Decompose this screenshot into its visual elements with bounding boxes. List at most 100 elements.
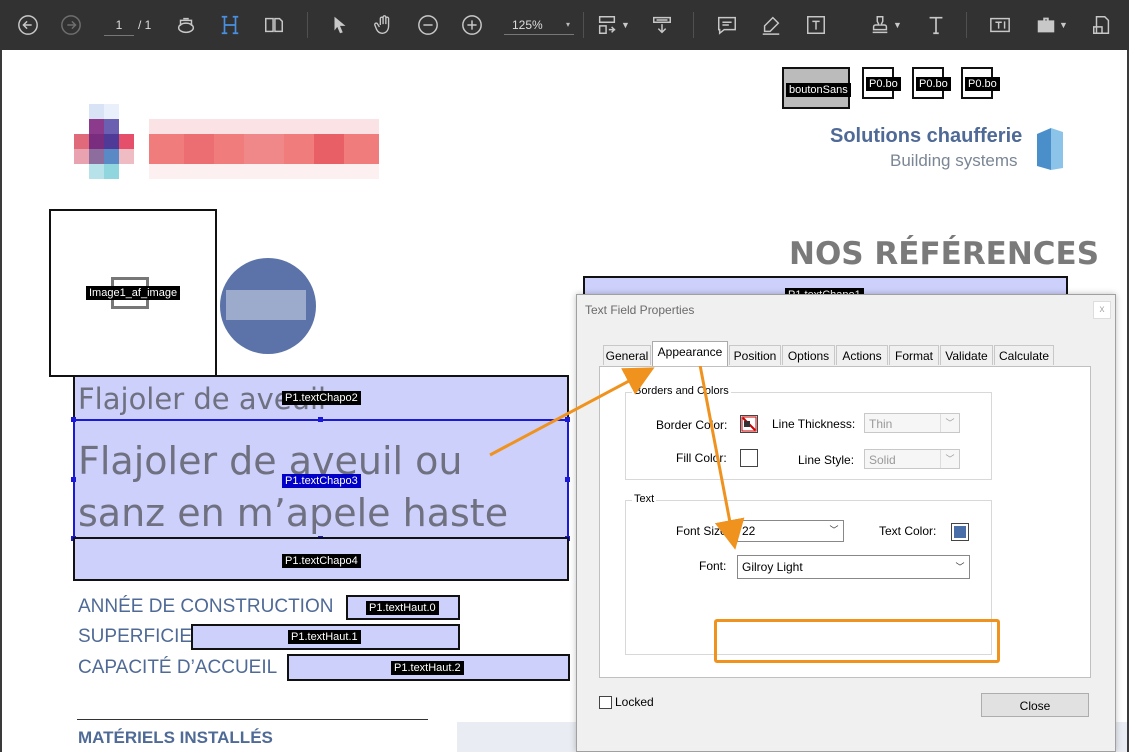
- text-haut1-field[interactable]: P1.textHaut.1: [191, 624, 460, 650]
- toolbar-separator: [693, 12, 694, 38]
- page-total: / 1: [138, 18, 152, 32]
- brand-subtitle: Building systems: [890, 151, 1018, 170]
- back-icon[interactable]: [15, 12, 41, 38]
- zoom-value: 125%: [512, 18, 543, 32]
- print-icon[interactable]: [173, 12, 199, 38]
- chevron-down-icon[interactable]: ▼: [1059, 20, 1068, 30]
- fit-height-icon[interactable]: [217, 12, 243, 38]
- field-tag: P1.textChapo2: [282, 391, 361, 405]
- resize-handle[interactable]: [71, 417, 76, 422]
- stamp-icon[interactable]: [867, 12, 893, 38]
- field-tag: boutonSans: [786, 83, 851, 97]
- tab-appearance[interactable]: Appearance: [652, 341, 728, 366]
- chevron-down-icon: ▾: [565, 20, 570, 29]
- superficie-label: SUPERFICIE: [78, 626, 193, 647]
- font-value: Gilroy Light: [742, 560, 803, 574]
- toolbar: 1 / 1 125% ▾ ▼ ▼ ▼: [0, 0, 1129, 50]
- pixelated-text: [226, 290, 306, 320]
- tab-actions[interactable]: Actions: [836, 345, 888, 365]
- resize-handle[interactable]: [318, 417, 323, 422]
- comment-icon[interactable]: [714, 12, 740, 38]
- line-thickness-label: Line Thickness:: [772, 417, 856, 431]
- field-tag: P1.textHaut.2: [391, 661, 464, 675]
- scroll-icon[interactable]: [649, 12, 675, 38]
- toolbar-separator: [966, 12, 967, 38]
- image-field[interactable]: Image1_af_image: [49, 209, 217, 377]
- document-tools-icon[interactable]: [1089, 12, 1115, 38]
- resize-handle[interactable]: [565, 417, 570, 422]
- group-title: Text: [632, 493, 657, 505]
- hand-icon[interactable]: [371, 12, 397, 38]
- text-color-label: Text Color:: [879, 524, 937, 538]
- page-layout-icon[interactable]: [594, 12, 620, 38]
- forward-icon[interactable]: [58, 12, 84, 38]
- line-style-value: Solid: [869, 453, 896, 467]
- divider: [77, 719, 428, 720]
- two-page-icon[interactable]: [261, 12, 287, 38]
- line-style-select[interactable]: Solid ﹀: [864, 449, 960, 469]
- highlight-icon[interactable]: [758, 12, 784, 38]
- group-title: Borders and Colors: [632, 385, 731, 397]
- border-color-swatch[interactable]: [740, 415, 758, 433]
- capacite-label: CAPACITÉ D’ACCUEIL: [78, 657, 278, 678]
- p0-button-field[interactable]: P0.bo: [912, 67, 951, 99]
- fill-color-label: Fill Color:: [676, 451, 727, 465]
- text-chapo3-field[interactable]: Flajoler de aveuil ou sanz en m’apele ha…: [73, 419, 569, 539]
- p0-button-field[interactable]: P0.bo: [862, 67, 901, 99]
- font-size-select[interactable]: 22 ﹀: [737, 520, 844, 542]
- materiels-heading: MATÉRIELS INSTALLÉS: [78, 728, 273, 747]
- chapo3-line1: Flajoler de aveuil ou: [78, 439, 463, 483]
- chevron-down-icon: ﹀: [940, 414, 959, 432]
- page-number-input[interactable]: 1: [104, 15, 134, 36]
- line-thickness-select[interactable]: Thin ﹀: [864, 413, 960, 433]
- text-chapo2-field[interactable]: Flajoler de aveuil P1.textChapo2: [73, 375, 569, 421]
- chevron-down-icon[interactable]: ▼: [621, 20, 630, 30]
- close-button[interactable]: Close: [981, 693, 1089, 717]
- tab-calculate[interactable]: Calculate: [994, 345, 1054, 365]
- select-arrow-icon[interactable]: [327, 12, 353, 38]
- font-select[interactable]: Gilroy Light ﹀: [737, 555, 970, 579]
- chevron-down-icon[interactable]: ▼: [893, 20, 902, 30]
- chevron-down-icon: ﹀: [940, 450, 959, 468]
- text-color-swatch[interactable]: [951, 523, 969, 541]
- p0-button-field[interactable]: P0.bo: [961, 67, 1000, 99]
- text-chapo4-field[interactable]: P1.textChapo4: [73, 537, 569, 581]
- close-icon[interactable]: x: [1093, 301, 1111, 319]
- text-haut2-field[interactable]: P1.textHaut.2: [287, 654, 570, 681]
- section-heading: NOS RÉFÉRENCES: [789, 236, 1100, 272]
- text-icon[interactable]: [923, 12, 949, 38]
- field-tag: Image1_af_image: [86, 286, 181, 300]
- fill-color-swatch[interactable]: [740, 449, 758, 467]
- text-box-icon[interactable]: [803, 12, 829, 38]
- resize-handle[interactable]: [565, 477, 570, 482]
- dialog-title: Text Field Properties: [585, 303, 695, 317]
- tab-options[interactable]: Options: [782, 345, 835, 365]
- appearance-panel: Borders and Colors Border Color: Line Th…: [599, 366, 1091, 678]
- field-tag: P0.bo: [916, 77, 951, 91]
- line-thickness-value: Thin: [869, 417, 893, 431]
- tab-validate[interactable]: Validate: [940, 345, 993, 365]
- text-haut0-field[interactable]: P1.textHaut.0: [346, 595, 460, 620]
- font-size-value: 22: [742, 524, 756, 538]
- highlight-annotation: [714, 619, 1000, 663]
- annee-label: ANNÉE DE CONSTRUCTION: [78, 596, 334, 617]
- text-field-icon[interactable]: [987, 12, 1013, 38]
- chapo3-line2: sanz en m’apele haste: [78, 491, 509, 535]
- zoom-select[interactable]: 125% ▾: [504, 15, 574, 35]
- field-tag: P0.bo: [965, 77, 1000, 91]
- toolbox-icon[interactable]: [1033, 12, 1059, 38]
- zoom-in-icon[interactable]: [459, 12, 485, 38]
- resize-handle[interactable]: [71, 477, 76, 482]
- toolbar-separator: [583, 12, 584, 38]
- field-tag: P1.textChapo3: [282, 474, 361, 488]
- tab-position[interactable]: Position: [729, 345, 781, 365]
- tab-format[interactable]: Format: [889, 345, 939, 365]
- bouton-sans-field[interactable]: boutonSans: [782, 67, 851, 109]
- locked-checkbox[interactable]: [599, 696, 612, 709]
- chevron-down-icon: ﹀: [955, 562, 965, 572]
- brand-logo-icon: [1037, 128, 1063, 170]
- zoom-out-icon[interactable]: [415, 12, 441, 38]
- line-style-label: Line Style:: [798, 453, 855, 467]
- circle-avatar: [220, 258, 316, 354]
- tab-general[interactable]: General: [603, 345, 651, 365]
